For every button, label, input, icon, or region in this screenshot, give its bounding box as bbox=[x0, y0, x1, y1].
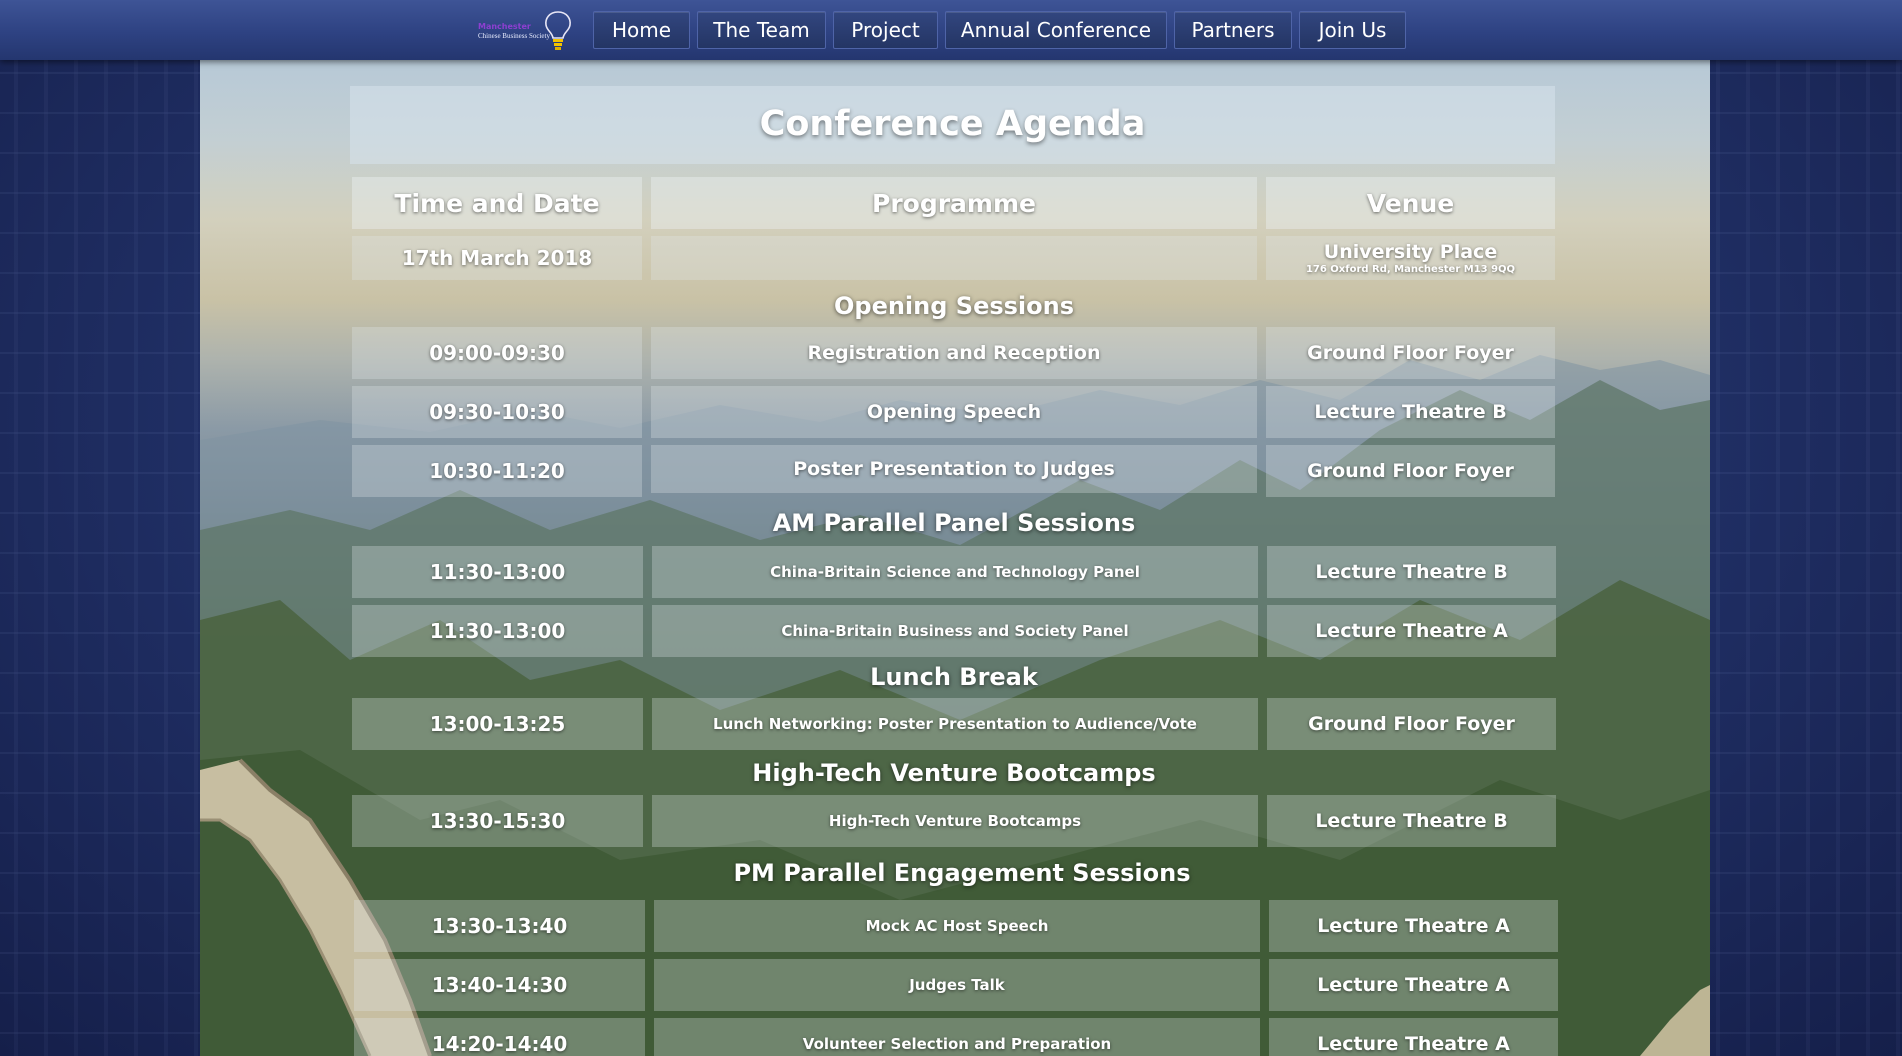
nav-the-team[interactable]: The Team bbox=[697, 11, 826, 49]
venue-address: 176 Oxford Rd, Manchester M13 9QQ bbox=[1305, 263, 1516, 275]
row-time: 09:30-10:30 bbox=[352, 386, 642, 438]
row-venue: Lecture Theatre B bbox=[1267, 546, 1556, 598]
row-programme: Volunteer Selection and Preparation bbox=[654, 1018, 1260, 1056]
section-title: Lunch Break bbox=[870, 663, 1038, 691]
venue-name: University Place bbox=[1323, 240, 1498, 263]
row-programme: Mock AC Host Speech bbox=[654, 900, 1260, 952]
nav-project[interactable]: Project bbox=[833, 11, 938, 49]
row-programme: Registration and Reception bbox=[651, 327, 1257, 379]
row-venue: Lecture Theatre B bbox=[1266, 386, 1555, 438]
row-time: 10:30-11:20 bbox=[352, 445, 642, 497]
nav-home[interactable]: Home bbox=[593, 11, 690, 49]
background-texture-right bbox=[1702, 60, 1902, 1056]
row-venue: Ground Floor Foyer bbox=[1266, 327, 1555, 379]
section-title: Opening Sessions bbox=[833, 292, 1074, 320]
row-time: 11:30-13:00 bbox=[352, 605, 643, 657]
header-venue: Venue bbox=[1266, 177, 1555, 229]
logo-line-2: Chinese Business Society bbox=[478, 32, 550, 40]
nav-annual-conference[interactable]: Annual Conference bbox=[945, 11, 1167, 49]
row-venue: Lecture Theatre A bbox=[1269, 1018, 1558, 1056]
row-time: 13:00-13:25 bbox=[352, 698, 643, 750]
lightbulb-icon bbox=[545, 11, 571, 50]
agenda-panel: Conference Agenda Time and Date Programm… bbox=[200, 60, 1710, 1056]
background-texture-left bbox=[0, 60, 200, 1056]
section-title: PM Parallel Engagement Sessions bbox=[733, 859, 1191, 887]
row-venue: Lecture Theatre A bbox=[1267, 605, 1556, 657]
row-programme: Judges Talk bbox=[654, 959, 1260, 1011]
header-time-and-date: Time and Date bbox=[352, 177, 642, 229]
section-title: AM Parallel Panel Sessions bbox=[772, 509, 1136, 537]
date-programme-cell bbox=[651, 236, 1257, 280]
row-programme: Opening Speech bbox=[651, 386, 1257, 438]
row-venue: Ground Floor Foyer bbox=[1266, 445, 1555, 497]
top-navigation-bar: Manchester Chinese Business Society Home… bbox=[0, 0, 1902, 60]
row-programme: Poster Presentation to Judges bbox=[651, 445, 1257, 493]
date-venue-cell: University Place 176 Oxford Rd, Manchest… bbox=[1266, 236, 1555, 280]
date-cell: 17th March 2018 bbox=[352, 236, 642, 280]
row-venue: Lecture Theatre A bbox=[1269, 959, 1558, 1011]
row-programme: Lunch Networking: Poster Presentation to… bbox=[652, 698, 1258, 750]
row-programme: High-Tech Venture Bootcamps bbox=[652, 795, 1258, 847]
row-time: 13:40-14:30 bbox=[354, 959, 645, 1011]
society-logo[interactable]: Manchester Chinese Business Society bbox=[474, 10, 574, 52]
row-time: 13:30-15:30 bbox=[352, 795, 643, 847]
row-time: 14:20-14:40 bbox=[354, 1018, 645, 1056]
header-programme: Programme bbox=[651, 177, 1257, 229]
nav-join-us[interactable]: Join Us bbox=[1299, 11, 1406, 49]
row-time: 09:00-09:30 bbox=[352, 327, 642, 379]
row-time: 13:30-13:40 bbox=[354, 900, 645, 952]
row-programme: China-Britain Business and Society Panel bbox=[652, 605, 1258, 657]
agenda-title: Conference Agenda bbox=[350, 86, 1555, 164]
row-venue: Lecture Theatre B bbox=[1267, 795, 1556, 847]
row-time: 11:30-13:00 bbox=[352, 546, 643, 598]
row-venue: Lecture Theatre A bbox=[1269, 900, 1558, 952]
row-venue: Ground Floor Foyer bbox=[1267, 698, 1556, 750]
section-title: High-Tech Venture Bootcamps bbox=[752, 759, 1156, 787]
nav-partners[interactable]: Partners bbox=[1174, 11, 1292, 49]
row-programme: China-Britain Science and Technology Pan… bbox=[652, 546, 1258, 598]
logo-line-1: Manchester bbox=[478, 22, 531, 31]
